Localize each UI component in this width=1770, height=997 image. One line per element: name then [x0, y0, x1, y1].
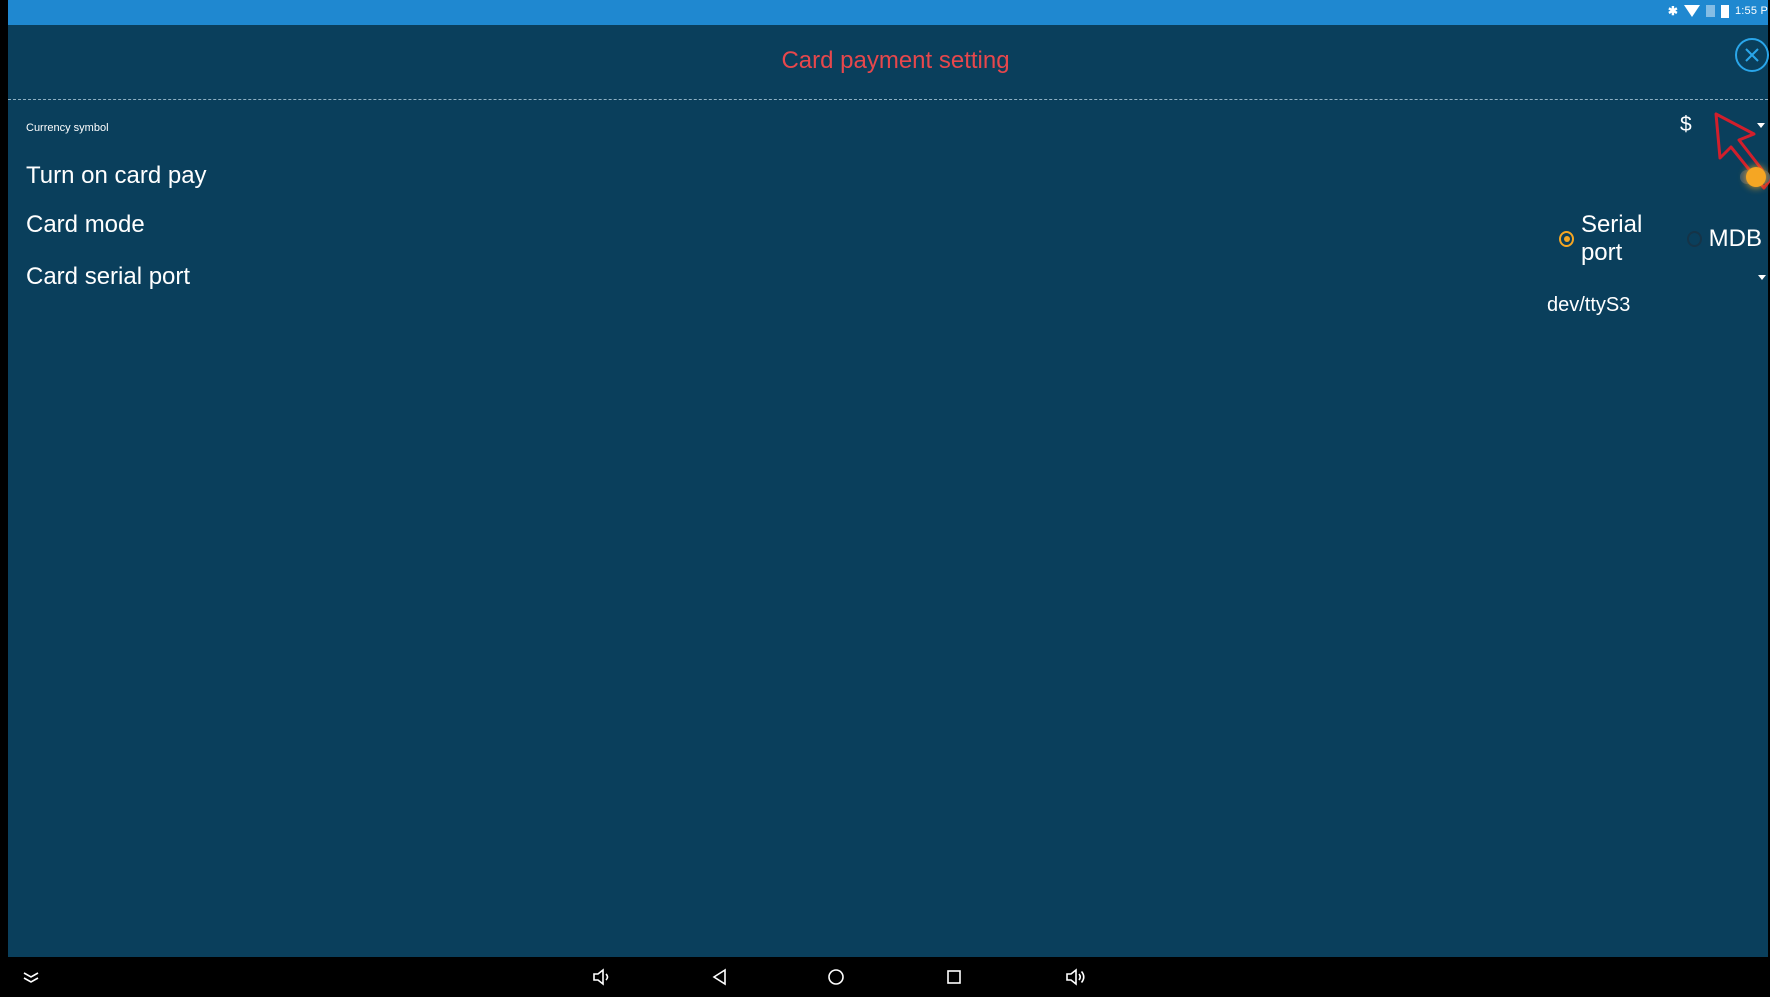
back-icon[interactable]: [709, 967, 731, 987]
serial-port-dropdown-arrow-icon[interactable]: [1758, 275, 1766, 280]
page-title: Card payment setting: [781, 47, 1010, 74]
card-mode-radio-group: Serial port MDB: [1559, 211, 1768, 267]
card-pay-label: Turn on card pay: [26, 162, 207, 189]
bluetooth-icon: ✱: [1667, 4, 1678, 18]
close-button[interactable]: [1735, 38, 1769, 72]
card-mode-label: Card mode: [26, 211, 145, 238]
card-serial-port-value[interactable]: dev/ttyS3: [1547, 294, 1630, 317]
volume-up-icon[interactable]: [1065, 967, 1087, 987]
close-icon: [1745, 48, 1759, 62]
expand-icon[interactable]: [20, 967, 42, 987]
header-divider: [8, 99, 1768, 100]
left-edge: [0, 0, 8, 997]
mdb-radio[interactable]: [1686, 231, 1702, 247]
currency-symbol-label: Currency symbol: [26, 122, 109, 134]
card-serial-port-label: Card serial port: [26, 263, 191, 290]
battery-icon: [1720, 4, 1729, 18]
card-payment-settings-screen: Card payment setting Currency symbol $ T…: [8, 25, 1770, 957]
sim-icon: [1705, 5, 1715, 17]
serial-port-radio[interactable]: [1559, 231, 1574, 247]
status-clock: 1:55 P: [1734, 5, 1768, 17]
status-bar: ✱ 1:55 P: [8, 0, 1768, 25]
serial-port-label[interactable]: Serial port: [1581, 211, 1681, 267]
volume-down-icon[interactable]: [591, 967, 613, 987]
card-pay-toggle-thumb[interactable]: [1746, 167, 1766, 187]
navigation-bar: [8, 957, 1768, 997]
mdb-label[interactable]: MDB: [1709, 225, 1762, 253]
home-icon[interactable]: [825, 967, 847, 987]
wifi-icon: [1683, 5, 1700, 17]
currency-symbol-value[interactable]: $: [1680, 113, 1692, 137]
status-icons: ✱ 1:55 P: [1668, 4, 1768, 18]
recents-icon[interactable]: [943, 967, 965, 987]
